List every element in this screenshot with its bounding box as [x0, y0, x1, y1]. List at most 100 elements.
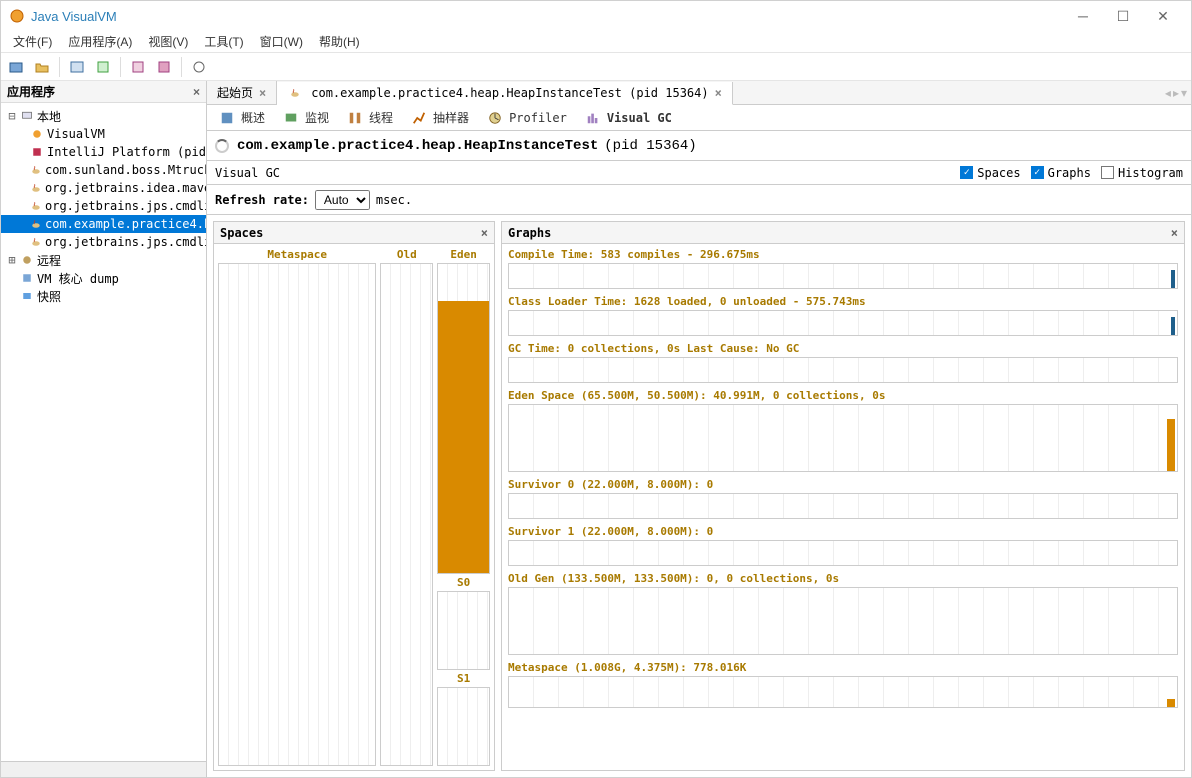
subtab-threads[interactable]: 线程 — [343, 107, 397, 128]
label-s0: S0 — [437, 576, 490, 589]
tree-item-selected[interactable]: com.example.practice4.h — [1, 215, 206, 233]
subtab-profiler[interactable]: Profiler — [483, 109, 571, 127]
maximize-button[interactable]: ☐ — [1103, 4, 1143, 28]
menu-apps[interactable]: 应用程序(A) — [60, 31, 140, 52]
tb-open-icon[interactable] — [5, 56, 27, 78]
intellij-icon — [29, 145, 45, 159]
app-icon — [9, 8, 25, 24]
menu-tools[interactable]: 工具(T) — [196, 31, 251, 52]
label-eden: Eden — [437, 248, 490, 261]
tb-plugin2-icon[interactable] — [153, 56, 175, 78]
computer-icon — [19, 109, 35, 123]
graph-label-compile: Compile Time: 583 compiles - 296.675ms — [508, 248, 1178, 261]
java-icon — [29, 217, 43, 231]
tree-node-snapshot[interactable]: 快照 — [1, 287, 206, 305]
tb-load-icon[interactable] — [92, 56, 114, 78]
java-icon — [29, 163, 43, 177]
sidebar-close-icon[interactable]: × — [193, 85, 200, 99]
tb-plugin-icon[interactable] — [127, 56, 149, 78]
tabbar: 起始页 × com.example.practice4.heap.HeapIns… — [207, 81, 1191, 105]
graph-s1 — [508, 540, 1178, 566]
java-icon — [29, 235, 43, 249]
subtab-visualgc[interactable]: Visual GC — [581, 109, 676, 127]
snapshot-icon — [19, 289, 35, 303]
remote-icon — [19, 253, 35, 267]
close-icon[interactable]: × — [481, 226, 488, 240]
toolbar — [1, 53, 1191, 81]
tree-node-remote[interactable]: ⊞ 远程 — [1, 251, 206, 269]
gridbox-old — [380, 263, 433, 766]
tree-root-local[interactable]: ⊟ 本地 — [1, 107, 206, 125]
close-button[interactable]: ✕ — [1143, 4, 1183, 28]
label-s1: S1 — [437, 672, 490, 685]
graph-label-gctime: GC Time: 0 collections, 0s Last Cause: N… — [508, 342, 1178, 355]
close-icon[interactable]: × — [1171, 226, 1178, 240]
app-tree[interactable]: ⊟ 本地 VisualVM IntelliJ Platform (pid com… — [1, 103, 206, 761]
gridbox-s0 — [437, 591, 490, 670]
tree-item[interactable]: org.jetbrains.idea.mave — [1, 179, 206, 197]
titlebar: Java VisualVM ─ ☐ ✕ — [1, 1, 1191, 31]
tab-close-icon[interactable]: × — [259, 86, 266, 100]
refresh-bar: Refresh rate: Auto msec. — [207, 185, 1191, 215]
graph-eden — [508, 404, 1178, 472]
tree-item-visualvm[interactable]: VisualVM — [1, 125, 206, 143]
java-icon — [29, 181, 43, 195]
sidebar-title: 应用程序 — [7, 83, 55, 100]
graph-classloader — [508, 310, 1178, 336]
tree-item[interactable]: org.jetbrains.jps.cmdli — [1, 233, 206, 251]
tab-app[interactable]: com.example.practice4.heap.HeapInstanceT… — [277, 82, 733, 105]
sidebar-scrollbar[interactable] — [1, 761, 206, 777]
graph-label-eden: Eden Space (65.500M, 50.500M): 40.991M, … — [508, 389, 1178, 402]
pid-label: (pid 15364) — [604, 138, 696, 154]
subtab-overview[interactable]: 概述 — [215, 107, 269, 128]
tree-item[interactable]: com.sunland.boss.Mtruck — [1, 161, 206, 179]
sidebar: 应用程序 × ⊟ 本地 VisualVM IntelliJ Platform (… — [1, 81, 207, 777]
chk-graphs[interactable]: ✓Graphs — [1031, 166, 1091, 180]
label-old: Old — [380, 248, 433, 261]
tb-dump-icon[interactable] — [66, 56, 88, 78]
tb-folder-icon[interactable] — [31, 56, 53, 78]
optbar-label: Visual GC — [215, 166, 950, 180]
tree-item-intellij[interactable]: IntelliJ Platform (pid — [1, 143, 206, 161]
graphs-title: Graphs — [508, 226, 551, 240]
graph-metaspace — [508, 676, 1178, 708]
options-bar: Visual GC ✓Spaces ✓Graphs Histogram — [207, 161, 1191, 185]
graph-oldgen — [508, 587, 1178, 655]
spaces-title: Spaces — [220, 226, 263, 240]
page-header: com.example.practice4.heap.HeapInstanceT… — [207, 131, 1191, 161]
graph-label-metaspace: Metaspace (1.008G, 4.375M): 778.016K — [508, 661, 1178, 674]
refresh-unit: msec. — [376, 193, 412, 207]
tree-item[interactable]: org.jetbrains.jps.cmdli — [1, 197, 206, 215]
nav-left-icon[interactable]: ◂ — [1165, 86, 1171, 100]
gridbox-eden — [437, 263, 490, 574]
graph-label-oldgen: Old Gen (133.500M, 133.500M): 0, 0 colle… — [508, 572, 1178, 585]
menu-window[interactable]: 窗口(W) — [252, 31, 311, 52]
menubar: 文件(F) 应用程序(A) 视图(V) 工具(T) 窗口(W) 帮助(H) — [1, 31, 1191, 53]
tree-node-vmdump[interactable]: VM 核心 dump — [1, 269, 206, 287]
page-title: com.example.practice4.heap.HeapInstanceT… — [237, 138, 598, 154]
menu-view[interactable]: 视图(V) — [140, 31, 196, 52]
nav-menu-icon[interactable]: ▾ — [1181, 86, 1187, 100]
chk-spaces[interactable]: ✓Spaces — [960, 166, 1020, 180]
minimize-button[interactable]: ─ — [1063, 4, 1103, 28]
refresh-label: Refresh rate: — [215, 193, 309, 207]
java-icon — [287, 86, 303, 100]
subtabs: 概述 监视 线程 抽样器 Profiler Visual GC — [207, 105, 1191, 131]
graphs-panel: Graphs × Compile Time: 583 compiles - 29… — [501, 221, 1185, 771]
chk-histogram[interactable]: Histogram — [1101, 166, 1183, 180]
subtab-sampler[interactable]: 抽样器 — [407, 107, 473, 128]
menu-help[interactable]: 帮助(H) — [311, 31, 368, 52]
nav-right-icon[interactable]: ▸ — [1173, 86, 1179, 100]
vvm-icon — [29, 127, 45, 141]
gridbox-s1 — [437, 687, 490, 766]
spaces-panel: Spaces × Metaspace Old Eden S0 — [213, 221, 495, 771]
tb-settings-icon[interactable] — [188, 56, 210, 78]
menu-file[interactable]: 文件(F) — [5, 31, 60, 52]
sidebar-header: 应用程序 × — [1, 81, 206, 103]
graph-label-s0: Survivor 0 (22.000M, 8.000M): 0 — [508, 478, 1178, 491]
tab-nav: ◂ ▸ ▾ — [1161, 81, 1191, 104]
tab-close-icon[interactable]: × — [715, 86, 722, 100]
tab-start[interactable]: 起始页 × — [207, 81, 277, 104]
subtab-monitor[interactable]: 监视 — [279, 107, 333, 128]
refresh-select[interactable]: Auto — [315, 190, 370, 210]
